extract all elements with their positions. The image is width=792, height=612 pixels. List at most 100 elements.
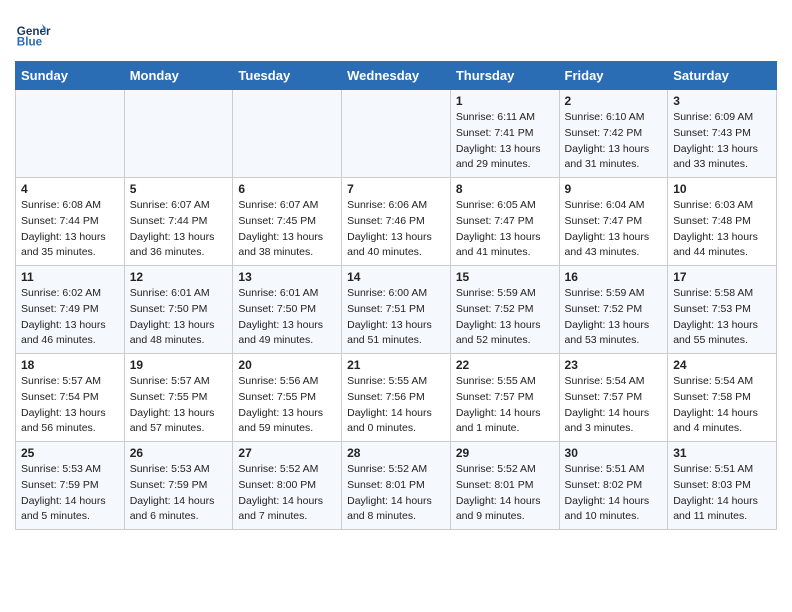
calendar-cell: 14Sunrise: 6:00 AM Sunset: 7:51 PM Dayli… <box>342 266 451 354</box>
calendar-cell: 26 Sunrise: 5:53 AM Sunset: 7:59 PM Dayli… <box>124 442 233 530</box>
week-row-4: 18 Sunrise: 5:57 AM Sunset: 7:54 PM Dayli… <box>16 354 777 442</box>
day-info: Sunrise: 5:54 AM Sunset: 7:57 PM Dayligh… <box>565 374 663 437</box>
calendar-cell <box>233 90 342 178</box>
day-number: 12 <box>130 270 228 284</box>
day-info: Sunrise: 5:58 AM Sunset: 7:53 PM Dayligh… <box>673 286 771 349</box>
svg-text:Blue: Blue <box>17 36 43 49</box>
logo: General Blue <box>15 15 51 51</box>
calendar-cell: 20 Sunrise: 5:56 AM Sunset: 7:55 PM Dayli… <box>233 354 342 442</box>
day-info: Sunrise: 6:07 AM Sunset: 7:45 PM Dayligh… <box>238 198 336 261</box>
header-friday: Friday <box>559 62 668 90</box>
header-monday: Monday <box>124 62 233 90</box>
calendar-cell: 31 Sunrise: 5:51 AM Sunset: 8:03 PM Dayli… <box>668 442 777 530</box>
header-sunday: Sunday <box>16 62 125 90</box>
page-header: General Blue <box>15 15 777 51</box>
day-info: Sunrise: 6:02 AM Sunset: 7:49 PM Dayligh… <box>21 286 119 349</box>
day-info: Sunrise: 5:56 AM Sunset: 7:55 PM Dayligh… <box>238 374 336 437</box>
day-number: 22 <box>456 358 554 372</box>
day-info: Sunrise: 6:03 AM Sunset: 7:48 PM Dayligh… <box>673 198 771 261</box>
calendar-cell: 10 Sunrise: 6:03 AM Sunset: 7:48 PM Dayli… <box>668 178 777 266</box>
day-info: Sunrise: 5:51 AM Sunset: 8:03 PM Dayligh… <box>673 462 771 525</box>
calendar-cell: 30 Sunrise: 5:51 AM Sunset: 8:02 PM Dayli… <box>559 442 668 530</box>
day-info: Sunrise: 6:06 AM Sunset: 7:46 PM Dayligh… <box>347 198 445 261</box>
calendar-cell: 12 Sunrise: 6:01 AM Sunset: 7:50 PM Dayli… <box>124 266 233 354</box>
day-info: Sunrise: 5:51 AM Sunset: 8:02 PM Dayligh… <box>565 462 663 525</box>
day-info: Sunrise: 5:53 AM Sunset: 7:59 PM Dayligh… <box>21 462 119 525</box>
calendar-cell: 11 Sunrise: 6:02 AM Sunset: 7:49 PM Dayli… <box>16 266 125 354</box>
day-info: Sunrise: 5:59 AM Sunset: 7:52 PM Dayligh… <box>456 286 554 349</box>
day-number: 15 <box>456 270 554 284</box>
day-number: 9 <box>565 182 663 196</box>
day-number: 4 <box>21 182 119 196</box>
day-number: 27 <box>238 446 336 460</box>
day-number: 26 <box>130 446 228 460</box>
day-info: Sunrise: 5:57 AM Sunset: 7:55 PM Dayligh… <box>130 374 228 437</box>
day-number: 5 <box>130 182 228 196</box>
day-number: 21 <box>347 358 445 372</box>
day-info: Sunrise: 5:59 AM Sunset: 7:52 PM Dayligh… <box>565 286 663 349</box>
calendar-cell: 2Sunrise: 6:10 AM Sunset: 7:42 PM Daylig… <box>559 90 668 178</box>
calendar-cell: 1 Sunrise: 6:11 AM Sunset: 7:41 PM Daylig… <box>450 90 559 178</box>
week-row-5: 25 Sunrise: 5:53 AM Sunset: 7:59 PM Dayli… <box>16 442 777 530</box>
day-info: Sunrise: 5:52 AM Sunset: 8:01 PM Dayligh… <box>456 462 554 525</box>
day-info: Sunrise: 5:54 AM Sunset: 7:58 PM Dayligh… <box>673 374 771 437</box>
day-info: Sunrise: 6:09 AM Sunset: 7:43 PM Dayligh… <box>673 110 771 173</box>
calendar-cell: 18 Sunrise: 5:57 AM Sunset: 7:54 PM Dayli… <box>16 354 125 442</box>
calendar-cell: 29Sunrise: 5:52 AM Sunset: 8:01 PM Dayli… <box>450 442 559 530</box>
calendar-cell: 21 Sunrise: 5:55 AM Sunset: 7:56 PM Dayli… <box>342 354 451 442</box>
calendar-cell: 4 Sunrise: 6:08 AM Sunset: 7:44 PM Daylig… <box>16 178 125 266</box>
day-number: 8 <box>456 182 554 196</box>
day-info: Sunrise: 5:55 AM Sunset: 7:56 PM Dayligh… <box>347 374 445 437</box>
day-headers-row: SundayMondayTuesdayWednesdayThursdayFrid… <box>16 62 777 90</box>
calendar-cell: 15 Sunrise: 5:59 AM Sunset: 7:52 PM Dayli… <box>450 266 559 354</box>
calendar-cell: 8 Sunrise: 6:05 AM Sunset: 7:47 PM Daylig… <box>450 178 559 266</box>
day-info: Sunrise: 6:07 AM Sunset: 7:44 PM Dayligh… <box>130 198 228 261</box>
day-info: Sunrise: 6:05 AM Sunset: 7:47 PM Dayligh… <box>456 198 554 261</box>
calendar-cell: 16 Sunrise: 5:59 AM Sunset: 7:52 PM Dayli… <box>559 266 668 354</box>
day-number: 30 <box>565 446 663 460</box>
day-number: 23 <box>565 358 663 372</box>
calendar-cell <box>16 90 125 178</box>
day-info: Sunrise: 6:10 AM Sunset: 7:42 PM Dayligh… <box>565 110 663 173</box>
day-info: Sunrise: 5:57 AM Sunset: 7:54 PM Dayligh… <box>21 374 119 437</box>
calendar-cell: 13 Sunrise: 6:01 AM Sunset: 7:50 PM Dayli… <box>233 266 342 354</box>
day-info: Sunrise: 5:53 AM Sunset: 7:59 PM Dayligh… <box>130 462 228 525</box>
day-number: 11 <box>21 270 119 284</box>
calendar-cell: 5 Sunrise: 6:07 AM Sunset: 7:44 PM Daylig… <box>124 178 233 266</box>
day-number: 31 <box>673 446 771 460</box>
calendar-cell: 9 Sunrise: 6:04 AM Sunset: 7:47 PM Daylig… <box>559 178 668 266</box>
calendar-cell: 27 Sunrise: 5:52 AM Sunset: 8:00 PM Dayli… <box>233 442 342 530</box>
calendar-cell <box>342 90 451 178</box>
calendar-cell: 3 Sunrise: 6:09 AM Sunset: 7:43 PM Daylig… <box>668 90 777 178</box>
logo-icon: General Blue <box>15 15 51 51</box>
day-number: 3 <box>673 94 771 108</box>
day-info: Sunrise: 6:08 AM Sunset: 7:44 PM Dayligh… <box>21 198 119 261</box>
day-info: Sunrise: 6:01 AM Sunset: 7:50 PM Dayligh… <box>130 286 228 349</box>
calendar-cell: 22Sunrise: 5:55 AM Sunset: 7:57 PM Dayli… <box>450 354 559 442</box>
day-number: 18 <box>21 358 119 372</box>
calendar-cell: 28Sunrise: 5:52 AM Sunset: 8:01 PM Dayli… <box>342 442 451 530</box>
day-info: Sunrise: 6:04 AM Sunset: 7:47 PM Dayligh… <box>565 198 663 261</box>
day-info: Sunrise: 6:00 AM Sunset: 7:51 PM Dayligh… <box>347 286 445 349</box>
day-info: Sunrise: 6:01 AM Sunset: 7:50 PM Dayligh… <box>238 286 336 349</box>
day-number: 1 <box>456 94 554 108</box>
calendar-cell: 6Sunrise: 6:07 AM Sunset: 7:45 PM Daylig… <box>233 178 342 266</box>
day-number: 7 <box>347 182 445 196</box>
week-row-1: 1 Sunrise: 6:11 AM Sunset: 7:41 PM Daylig… <box>16 90 777 178</box>
header-thursday: Thursday <box>450 62 559 90</box>
calendar-cell: 23 Sunrise: 5:54 AM Sunset: 7:57 PM Dayli… <box>559 354 668 442</box>
header-tuesday: Tuesday <box>233 62 342 90</box>
header-saturday: Saturday <box>668 62 777 90</box>
calendar-cell <box>124 90 233 178</box>
day-number: 19 <box>130 358 228 372</box>
day-info: Sunrise: 5:52 AM Sunset: 8:00 PM Dayligh… <box>238 462 336 525</box>
day-number: 20 <box>238 358 336 372</box>
calendar-cell: 17Sunrise: 5:58 AM Sunset: 7:53 PM Dayli… <box>668 266 777 354</box>
day-info: Sunrise: 6:11 AM Sunset: 7:41 PM Dayligh… <box>456 110 554 173</box>
calendar-cell: 25 Sunrise: 5:53 AM Sunset: 7:59 PM Dayli… <box>16 442 125 530</box>
day-number: 25 <box>21 446 119 460</box>
day-number: 16 <box>565 270 663 284</box>
day-info: Sunrise: 5:52 AM Sunset: 8:01 PM Dayligh… <box>347 462 445 525</box>
day-number: 13 <box>238 270 336 284</box>
day-number: 10 <box>673 182 771 196</box>
